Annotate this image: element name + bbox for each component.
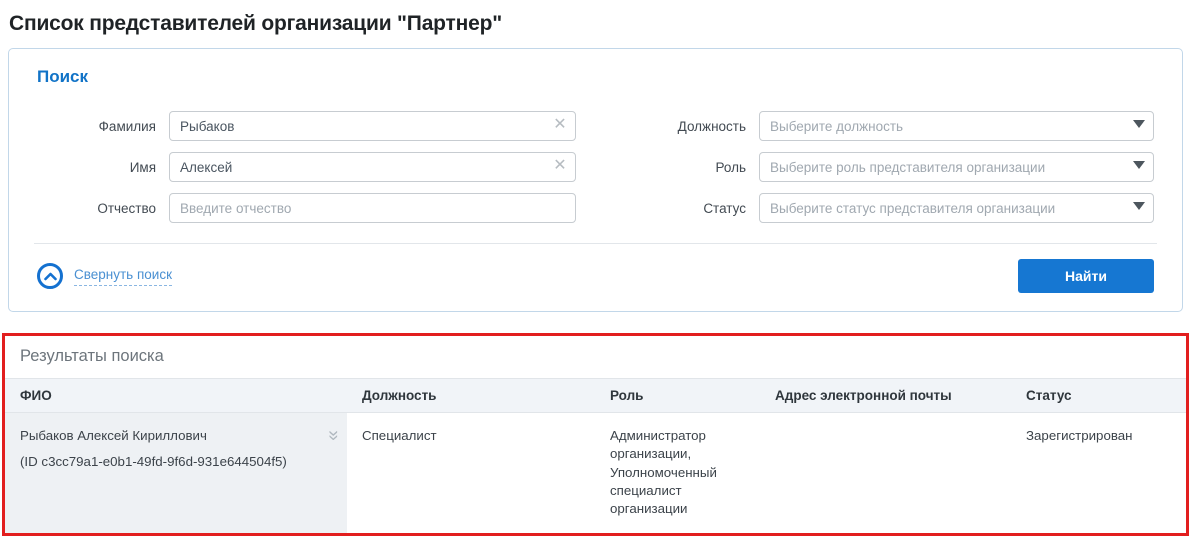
chevron-up-icon <box>44 272 57 281</box>
position-select-wrap: Выберите должность <box>759 111 1154 141</box>
collapse-search-control[interactable]: Свернуть поиск <box>37 263 172 289</box>
firstname-field-wrap: ✕ <box>169 152 576 182</box>
lastname-label: Фамилия <box>37 119 156 134</box>
column-header-fio: ФИО <box>5 379 347 413</box>
results-title: Результаты поиска <box>20 347 1171 366</box>
status-select[interactable]: Выберите статус представителя организаци… <box>759 193 1154 223</box>
patronymic-field-wrap <box>169 193 576 223</box>
page-title: Список представителей организации "Партн… <box>9 12 1191 36</box>
expand-row-icon[interactable]: » <box>324 430 343 439</box>
clear-firstname-icon[interactable]: ✕ <box>552 158 568 174</box>
cell-email <box>760 413 1011 533</box>
status-select-wrap: Выберите статус представителя организаци… <box>759 193 1154 223</box>
column-header-email: Адрес электронной почты <box>760 379 1011 413</box>
patronymic-input[interactable] <box>169 193 576 223</box>
lastname-input[interactable] <box>169 111 576 141</box>
cell-fio: Рыбаков Алексей Кириллович (ID c3cc79a1-… <box>5 413 347 533</box>
results-table: ФИО Должность Роль Адрес электронной поч… <box>5 378 1186 533</box>
chevron-down-icon[interactable] <box>1133 120 1145 128</box>
collapse-search-link[interactable]: Свернуть поиск <box>74 267 172 286</box>
search-results-panel: Результаты поиска ФИО Должность Роль Адр… <box>2 333 1189 536</box>
table-header-row: ФИО Должность Роль Адрес электронной поч… <box>5 379 1186 413</box>
column-header-status: Статус <box>1011 379 1186 413</box>
role-select-wrap: Выберите роль представителя организации <box>759 152 1154 182</box>
role-label: Роль <box>589 160 746 175</box>
cell-position: Специалист <box>347 413 595 533</box>
collapse-circle-icon[interactable] <box>37 263 63 289</box>
cell-status: Зарегистрирован <box>1011 413 1186 533</box>
representative-name: Рыбаков Алексей Кириллович <box>20 427 332 445</box>
role-select-placeholder: Выберите роль представителя организации <box>770 160 1045 175</box>
search-form: Фамилия ✕ Должность Выберите должность И… <box>37 111 1154 223</box>
firstname-label: Имя <box>37 160 156 175</box>
status-select-placeholder: Выберите статус представителя организаци… <box>770 201 1055 216</box>
role-select[interactable]: Выберите роль представителя организации <box>759 152 1154 182</box>
position-select-placeholder: Выберите должность <box>770 119 903 134</box>
patronymic-label: Отчество <box>37 201 156 216</box>
search-panel-title: Поиск <box>37 67 1154 87</box>
find-button[interactable]: Найти <box>1018 259 1154 293</box>
position-label: Должность <box>589 119 746 134</box>
search-footer: Свернуть поиск Найти <box>37 259 1154 293</box>
firstname-input[interactable] <box>169 152 576 182</box>
clear-lastname-icon[interactable]: ✕ <box>552 117 568 133</box>
lastname-field-wrap: ✕ <box>169 111 576 141</box>
chevron-down-icon[interactable] <box>1133 202 1145 210</box>
search-divider <box>34 243 1157 244</box>
representative-id: (ID c3cc79a1-e0b1-49fd-9f6d-931e644504f5… <box>20 453 332 471</box>
position-select[interactable]: Выберите должность <box>759 111 1154 141</box>
chevron-down-icon[interactable] <box>1133 161 1145 169</box>
status-label: Статус <box>589 201 746 216</box>
table-row: Рыбаков Алексей Кириллович (ID c3cc79a1-… <box>5 413 1186 533</box>
cell-role: Администратор организации, Уполномоченны… <box>595 413 760 533</box>
search-panel: Поиск Фамилия ✕ Должность Выберите должн… <box>8 48 1183 312</box>
column-header-role: Роль <box>595 379 760 413</box>
column-header-position: Должность <box>347 379 595 413</box>
